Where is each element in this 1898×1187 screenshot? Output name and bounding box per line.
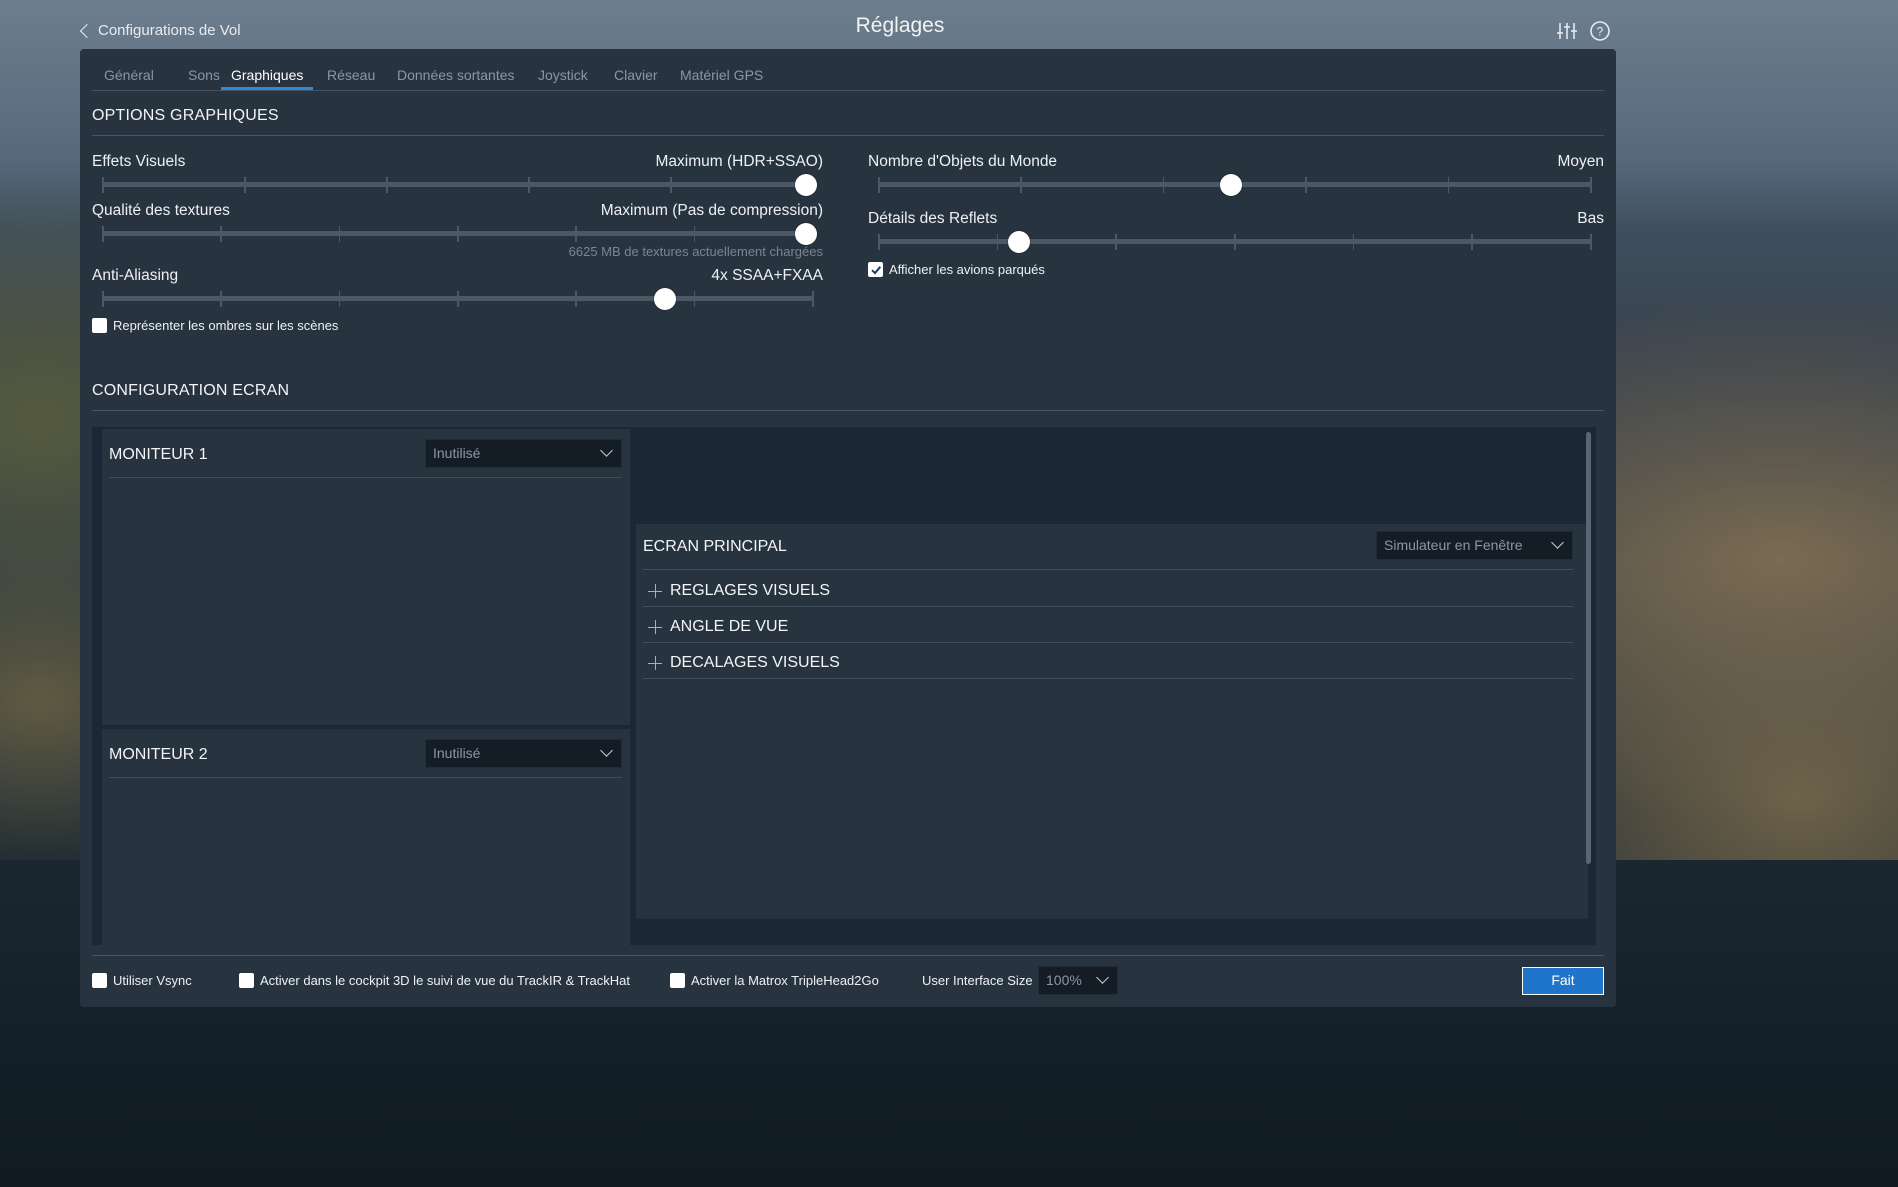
- texture-memory-note: 6625 MB de textures actuellement chargée…: [568, 244, 823, 259]
- ui-size-value: 100%: [1046, 972, 1082, 988]
- shadows-checkbox[interactable]: Représenter les ombres sur les scènes: [92, 318, 338, 333]
- done-button[interactable]: Fait: [1522, 967, 1604, 995]
- visual-effects-label: Effets Visuels: [92, 153, 186, 170]
- monitor-2-title: MONITEUR 2: [109, 746, 208, 763]
- view-angle-section[interactable]: ANGLE DE VUE: [648, 618, 788, 636]
- view-angle-label: ANGLE DE VUE: [670, 618, 789, 635]
- main-screen-dropdown[interactable]: Simulateur en Fenêtre: [1376, 531, 1573, 560]
- anti-aliasing-value: 4x SSAA+FXAA: [711, 267, 823, 284]
- divider: [643, 606, 1573, 607]
- visual-effects-value: Maximum (HDR+SSAO): [655, 153, 823, 170]
- divider: [643, 678, 1573, 679]
- ui-size-label: User Interface Size: [922, 973, 1033, 988]
- tab-data-output[interactable]: Données sortantes: [397, 67, 515, 89]
- slider-track: [102, 231, 814, 236]
- tab-graphics[interactable]: Graphiques: [231, 67, 303, 89]
- texture-quality-slider[interactable]: [102, 223, 817, 245]
- main-screen-dropdown-value: Simulateur en Fenêtre: [1384, 537, 1523, 553]
- texture-quality-value: Maximum (Pas de compression): [600, 202, 823, 219]
- checkmark-icon: [870, 265, 881, 274]
- active-tab-indicator: [221, 87, 313, 90]
- divider: [643, 569, 1573, 570]
- ui-size-dropdown[interactable]: 100%: [1038, 966, 1118, 995]
- vsync-checkbox[interactable]: Utiliser Vsync: [92, 973, 192, 988]
- slider-thumb[interactable]: [654, 288, 677, 310]
- anti-aliasing-slider[interactable]: [102, 288, 814, 310]
- divider: [92, 410, 1604, 411]
- trackir-checkbox[interactable]: Activer dans le cockpit 3D le suivi de v…: [239, 973, 630, 988]
- monitor-2-dropdown[interactable]: Inutilisé: [425, 739, 622, 768]
- tab-sounds[interactable]: Sons: [188, 67, 220, 89]
- slider-track: [102, 296, 814, 301]
- visual-settings-section[interactable]: REGLAGES VISUELS: [648, 582, 830, 600]
- monitor-2-card: MONITEUR 2 Inutilisé: [102, 729, 630, 945]
- divider: [643, 642, 1573, 643]
- monitor-1-dropdown[interactable]: Inutilisé: [425, 439, 622, 468]
- divider: [92, 135, 1604, 136]
- matrox-checkbox-label: Activer la Matrox TripleHead2Go: [691, 973, 879, 988]
- slider-thumb[interactable]: [1008, 231, 1031, 253]
- tab-bar: Général Sons Graphiques Réseau Données s…: [92, 49, 1604, 91]
- world-objects-slider[interactable]: [878, 174, 1592, 196]
- parked-aircraft-checkbox[interactable]: Afficher les avions parqués: [868, 262, 1045, 277]
- screen-section-title: CONFIGURATION ECRAN: [92, 382, 290, 399]
- checkbox-box[interactable]: [92, 973, 107, 988]
- plus-icon: [648, 620, 662, 634]
- reflections-label: Détails des Reflets: [868, 210, 998, 227]
- monitor-1-card: MONITEUR 1 Inutilisé: [102, 429, 630, 725]
- screen-config-area: MONITEUR 1 Inutilisé MONITEUR 2 Inutilis…: [92, 427, 1596, 945]
- plus-icon: [648, 584, 662, 598]
- slider-thumb[interactable]: [1220, 174, 1242, 196]
- anti-aliasing-label: Anti-Aliasing: [92, 267, 179, 284]
- chevron-down-icon: [1551, 536, 1564, 549]
- world-objects-label: Nombre d'Objets du Monde: [868, 153, 1058, 170]
- reflections-slider[interactable]: [878, 231, 1592, 253]
- page-title: Réglages: [855, 14, 945, 37]
- tab-gps-hardware[interactable]: Matériel GPS: [680, 67, 763, 89]
- tab-keyboard[interactable]: Clavier: [614, 67, 658, 89]
- matrox-checkbox[interactable]: Activer la Matrox TripleHead2Go: [670, 973, 879, 988]
- visual-effects-slider[interactable]: [102, 174, 817, 196]
- divider: [109, 477, 622, 478]
- checkbox-box[interactable]: [92, 318, 107, 333]
- main-screen-card: ECRAN PRINCIPAL Simulateur en Fenêtre RE…: [636, 524, 1588, 919]
- checkbox-box[interactable]: [868, 262, 883, 277]
- slider-track: [878, 239, 1592, 244]
- tab-network[interactable]: Réseau: [327, 67, 375, 89]
- slider-thumb[interactable]: [795, 174, 817, 196]
- graphics-section-title: OPTIONS GRAPHIQUES: [92, 107, 279, 124]
- tab-general[interactable]: Général: [104, 67, 154, 89]
- visual-offsets-label: DECALAGES VISUELS: [670, 654, 840, 671]
- plus-icon: [648, 656, 662, 670]
- checkbox-box[interactable]: [670, 973, 685, 988]
- vsync-checkbox-label: Utiliser Vsync: [113, 973, 192, 988]
- world-objects-value: Moyen: [1557, 153, 1604, 170]
- texture-quality-label: Qualité des textures: [92, 202, 230, 219]
- chevron-down-icon: [1096, 971, 1109, 984]
- reflections-value: Bas: [1577, 210, 1604, 227]
- sliders-icon[interactable]: [1556, 20, 1578, 42]
- chevron-down-icon: [600, 444, 613, 457]
- trackir-checkbox-label: Activer dans le cockpit 3D le suivi de v…: [260, 973, 630, 988]
- visual-offsets-section[interactable]: DECALAGES VISUELS: [648, 654, 840, 672]
- checkbox-box[interactable]: [239, 973, 254, 988]
- main-screen-title: ECRAN PRINCIPAL: [643, 538, 787, 555]
- monitor-1-dropdown-value: Inutilisé: [433, 445, 481, 461]
- visual-settings-label: REGLAGES VISUELS: [670, 582, 831, 599]
- shadows-checkbox-label: Représenter les ombres sur les scènes: [113, 318, 339, 333]
- slider-thumb[interactable]: [795, 223, 817, 245]
- help-icon[interactable]: ?: [1589, 20, 1611, 42]
- settings-panel: Général Sons Graphiques Réseau Données s…: [80, 49, 1616, 1007]
- divider: [109, 777, 622, 778]
- tab-joystick[interactable]: Joystick: [538, 67, 588, 89]
- divider: [92, 955, 1604, 956]
- svg-text:?: ?: [1597, 25, 1604, 39]
- monitor-1-title: MONITEUR 1: [109, 446, 208, 463]
- parked-aircraft-checkbox-label: Afficher les avions parqués: [889, 262, 1045, 277]
- screen-config-scrollbar[interactable]: [1586, 432, 1591, 864]
- slider-track: [102, 182, 814, 187]
- monitor-2-dropdown-value: Inutilisé: [433, 745, 481, 761]
- chevron-down-icon: [600, 744, 613, 757]
